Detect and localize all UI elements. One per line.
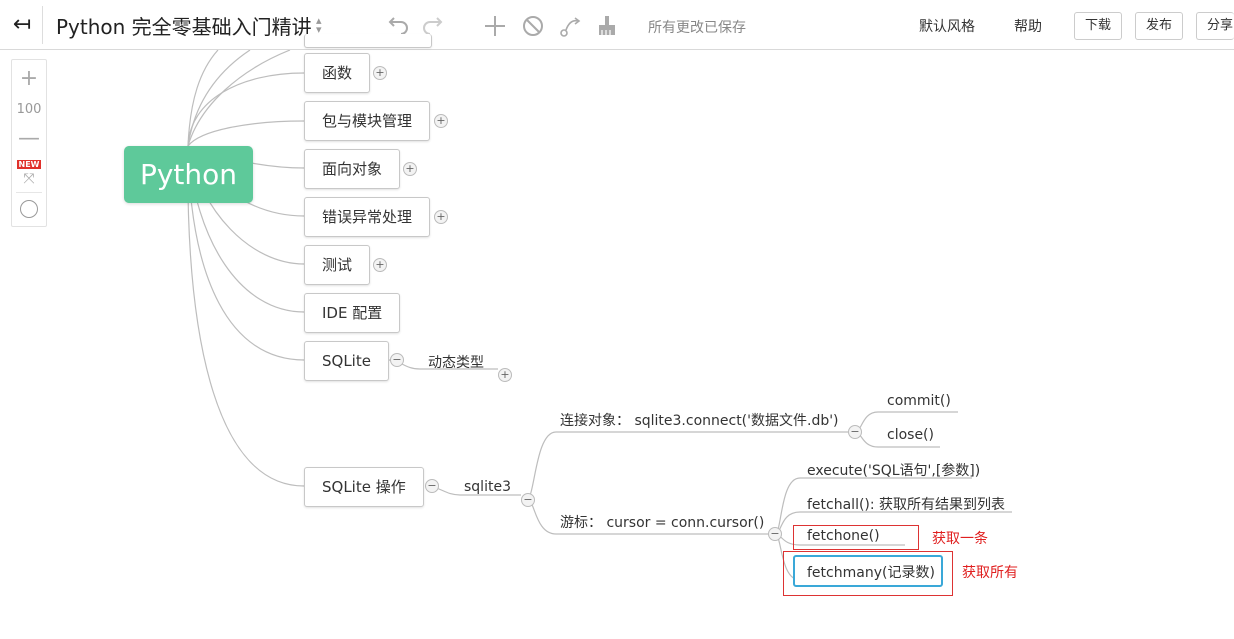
node-close[interactable]: close() bbox=[887, 427, 934, 443]
mindmap-canvas[interactable]: Python 函数 + 包与模块管理 + 面向对象 + 错误异常处理 + 测试 … bbox=[0, 34, 1234, 639]
branch-node-ide[interactable]: IDE 配置 bbox=[304, 293, 401, 333]
title-sort-icon[interactable]: ▴ ▾ bbox=[316, 15, 322, 35]
node-commit[interactable]: commit() bbox=[887, 393, 951, 409]
annotation-fetchmany: 获取所有 bbox=[962, 565, 1018, 581]
add-node-icon[interactable] bbox=[482, 13, 508, 39]
collapse-node-icon[interactable]: − bbox=[768, 527, 782, 541]
format-brush-icon[interactable] bbox=[594, 13, 620, 39]
toolbar-divider bbox=[42, 6, 43, 44]
branch-node-errors[interactable]: 错误异常处理 bbox=[304, 197, 431, 237]
expand-node-icon[interactable]: + bbox=[498, 368, 512, 382]
download-button[interactable]: 下载 bbox=[1074, 12, 1123, 40]
collapse-node-icon[interactable]: − bbox=[521, 493, 535, 507]
collapse-node-icon[interactable]: − bbox=[390, 353, 404, 367]
node-fetchmany[interactable]: fetchmany(记录数) bbox=[807, 562, 935, 582]
branch-node-oop[interactable]: 面向对象 bbox=[304, 149, 401, 189]
expand-node-icon[interactable]: + bbox=[434, 210, 448, 224]
annotation-fetchone: 获取一条 bbox=[932, 531, 988, 547]
node-execute[interactable]: execute('SQL语句',[参数]) bbox=[807, 460, 980, 480]
offscreen-node[interactable] bbox=[304, 34, 432, 48]
root-node-python[interactable]: Python bbox=[124, 146, 253, 203]
share-button[interactable]: 分享 bbox=[1196, 12, 1234, 40]
delete-node-icon[interactable] bbox=[520, 13, 546, 39]
branch-node-functions[interactable]: 函数 bbox=[304, 53, 371, 93]
expand-node-icon[interactable]: + bbox=[373, 66, 387, 80]
theme-menu[interactable]: 默认风格 bbox=[919, 16, 975, 36]
top-toolbar: ↤ Python 完全零基础入门精讲 ▴ ▾ 所有更改已保存 默认风格 帮助 下载… bbox=[0, 0, 1234, 50]
node-connect[interactable]: 连接对象： sqlite3.connect('数据文件.db') bbox=[560, 410, 839, 430]
save-status: 所有更改已保存 bbox=[648, 20, 746, 36]
branch-node-sqlite[interactable]: SQLite bbox=[304, 341, 389, 381]
branch-node-sqlite-ops[interactable]: SQLite 操作 bbox=[304, 467, 424, 507]
sqlite-child-dynamic-types[interactable]: 动态类型 bbox=[428, 352, 484, 372]
expand-node-icon[interactable]: + bbox=[434, 114, 448, 128]
node-fetchall[interactable]: fetchall(): 获取所有结果到列表 bbox=[807, 494, 1005, 514]
back-arrow-icon[interactable]: ↤ bbox=[8, 12, 36, 38]
document-title[interactable]: Python 完全零基础入门精讲 bbox=[56, 11, 312, 40]
collapse-node-icon[interactable]: − bbox=[425, 479, 439, 493]
help-menu[interactable]: 帮助 bbox=[1014, 16, 1042, 36]
branch-node-testing[interactable]: 测试 bbox=[304, 245, 371, 285]
publish-button[interactable]: 发布 bbox=[1135, 12, 1184, 40]
node-sqlite3[interactable]: sqlite3 bbox=[464, 479, 511, 495]
relationship-icon[interactable] bbox=[558, 13, 584, 39]
mindmap-connectors bbox=[187, 50, 1012, 581]
branch-node-packages[interactable]: 包与模块管理 bbox=[304, 101, 431, 141]
node-cursor[interactable]: 游标： cursor = conn.cursor() bbox=[560, 512, 764, 532]
collapse-node-icon[interactable]: − bbox=[848, 425, 862, 439]
expand-node-icon[interactable]: + bbox=[373, 258, 387, 272]
node-fetchone[interactable]: fetchone() bbox=[807, 528, 880, 544]
expand-node-icon[interactable]: + bbox=[403, 162, 417, 176]
